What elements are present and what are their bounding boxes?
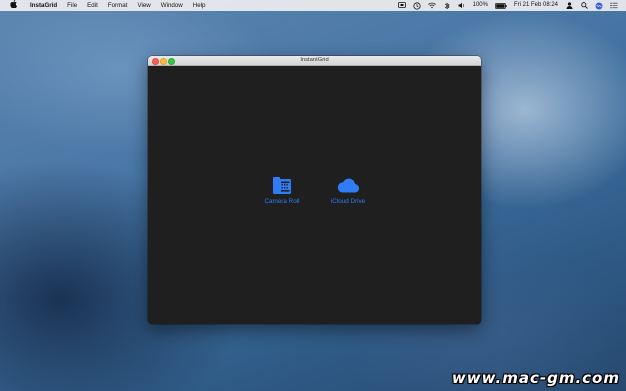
notification-center-icon[interactable] (610, 2, 618, 9)
apple-menu-icon[interactable] (0, 0, 25, 12)
menu-format[interactable]: Format (103, 0, 133, 11)
app-menu[interactable]: InstaGrid (25, 0, 62, 11)
clock[interactable]: Fri 21 Feb 08:24 (514, 0, 558, 11)
app-window: InstantGrid Camera Roll iCloud Drive (148, 56, 481, 324)
menu-file[interactable]: File (62, 0, 82, 11)
menu-bar: InstaGrid File Edit Format View Window H… (0, 0, 626, 11)
icloud-drive-label: iCloud Drive (330, 198, 366, 205)
user-icon[interactable] (565, 2, 573, 9)
battery-percent: 100% (472, 2, 488, 8)
camera-roll-label: Camera Roll (264, 198, 300, 205)
icloud-drive-button[interactable]: iCloud Drive (318, 176, 378, 205)
battery-icon[interactable] (495, 2, 507, 9)
cloud-icon (318, 176, 378, 195)
volume-icon[interactable] (458, 2, 466, 9)
menu-help[interactable]: Help (188, 0, 211, 11)
time-machine-icon[interactable] (413, 1, 421, 10)
title-bar[interactable]: InstantGrid (148, 56, 481, 66)
camera-roll-button[interactable]: Camera Roll (252, 176, 312, 205)
watermark: www.mac-gm.com (451, 369, 620, 387)
siri-icon[interactable] (595, 2, 603, 9)
wifi-icon[interactable] (427, 2, 436, 9)
spotlight-search-icon[interactable] (580, 2, 588, 9)
menu-window[interactable]: Window (156, 0, 188, 11)
window-title: InstantGrid (300, 57, 329, 63)
screen-mirroring-icon[interactable] (397, 2, 406, 9)
bluetooth-icon[interactable] (443, 2, 451, 9)
menu-view[interactable]: View (132, 0, 155, 11)
film-roll-icon (252, 176, 312, 195)
menu-edit[interactable]: Edit (82, 0, 103, 11)
